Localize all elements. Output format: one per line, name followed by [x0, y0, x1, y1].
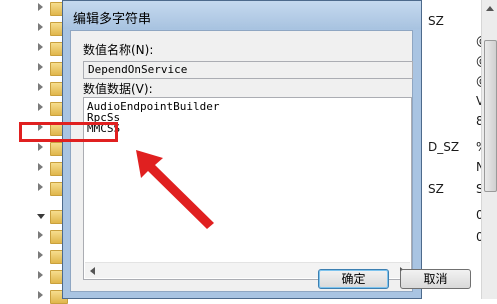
annotation-arrow-icon	[136, 150, 214, 229]
